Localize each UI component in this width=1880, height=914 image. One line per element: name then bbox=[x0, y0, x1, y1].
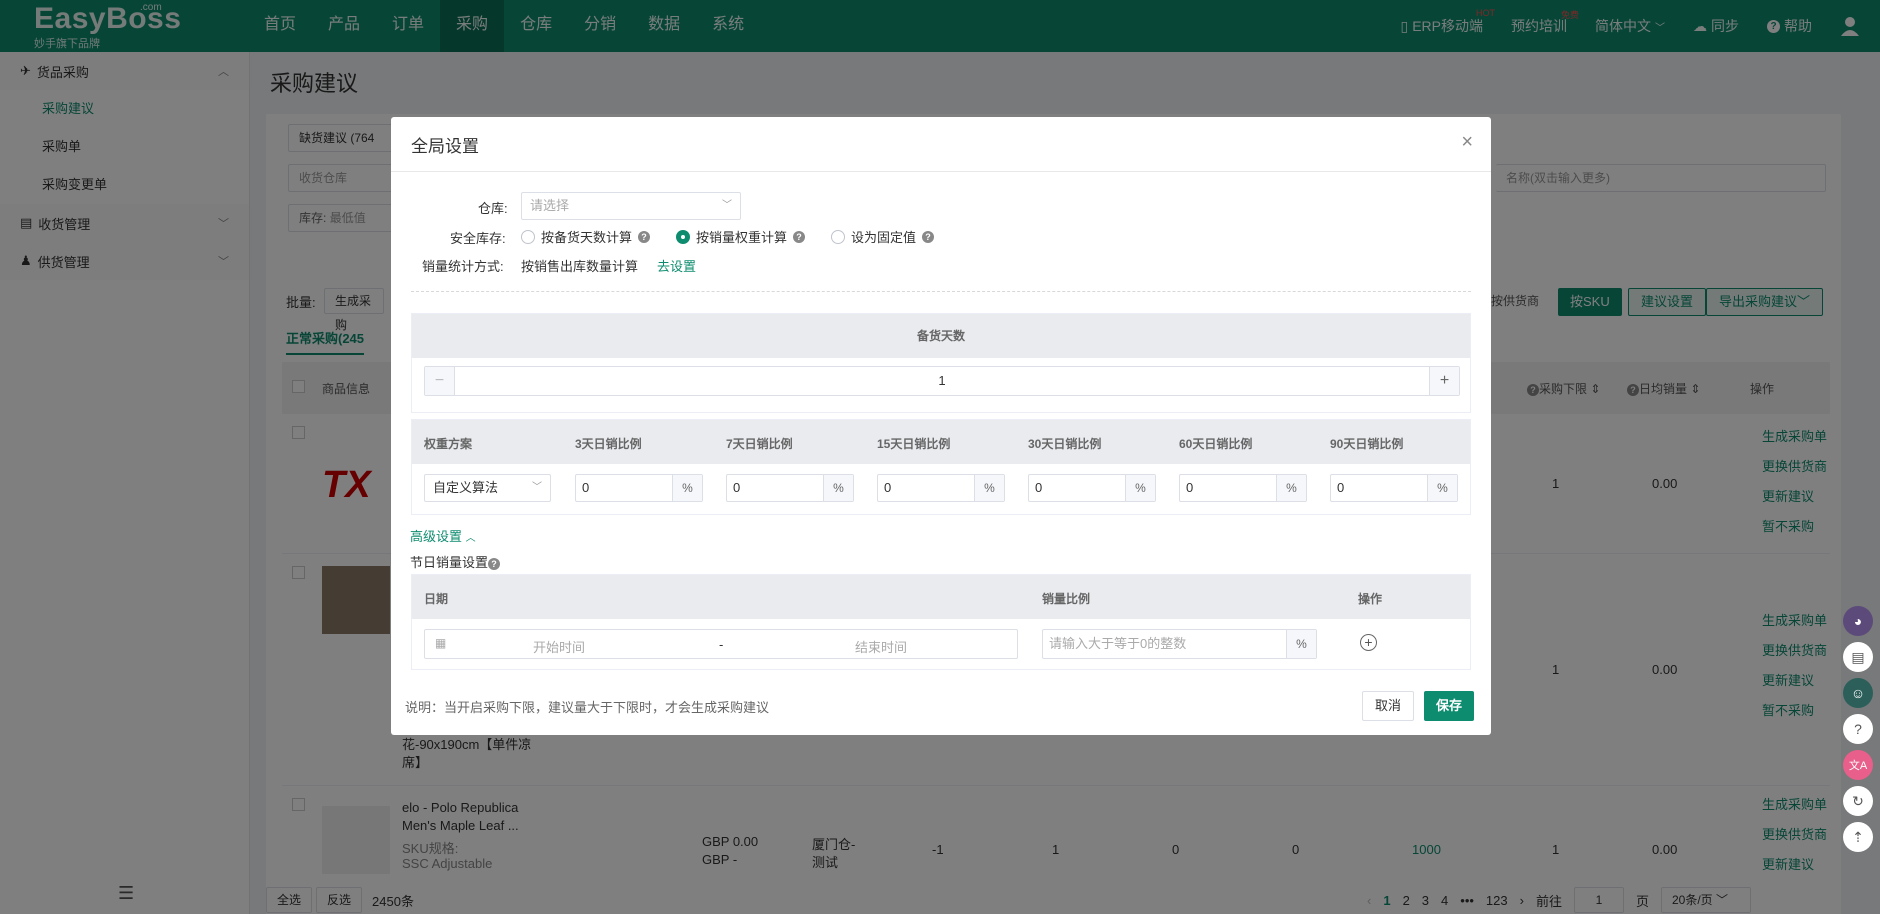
translate-icon[interactable]: 文A bbox=[1843, 750, 1873, 780]
weight-col-15d: 15天日销比例 bbox=[877, 437, 951, 451]
warehouse-placeholder: 请选择 bbox=[530, 198, 570, 213]
refresh-icon[interactable]: ↻ bbox=[1843, 786, 1873, 816]
radio-by-days[interactable]: 按备货天数计算? bbox=[521, 227, 651, 246]
stock-days-input[interactable]: 1 bbox=[455, 367, 1429, 395]
end-date-input[interactable]: 结束时间 bbox=[855, 637, 907, 656]
note-icon[interactable]: ▤ bbox=[1843, 642, 1873, 672]
ratio-30d-input[interactable]: 0% bbox=[1028, 474, 1156, 502]
help-icon[interactable]: ? bbox=[488, 558, 501, 570]
warehouse-select[interactable]: 请选择 ﹀ bbox=[521, 192, 741, 220]
percent-unit: % bbox=[672, 475, 702, 501]
range-separator: - bbox=[719, 637, 724, 652]
warehouse-label: 仓库: bbox=[478, 201, 508, 216]
holiday-ratio-placeholder: 请输入大于等于0的整数 bbox=[1049, 636, 1187, 651]
ratio-3d-input[interactable]: 0% bbox=[575, 474, 703, 502]
ratio-90d-input[interactable]: 0% bbox=[1330, 474, 1458, 502]
advanced-label: 高级设置 bbox=[410, 529, 463, 544]
decrement-button[interactable]: − bbox=[425, 367, 455, 395]
stock-days-body: − 1 + bbox=[412, 358, 1470, 412]
safety-stock-label: 安全库存: bbox=[450, 231, 506, 246]
help-icon[interactable]: ? bbox=[922, 230, 935, 243]
weight-body: 自定义算法 ﹀ 0% 0% 0% 0% 0% 0% bbox=[412, 464, 1470, 514]
dialog-title: 全局设置 bbox=[411, 136, 479, 156]
stock-days-block: 备货天数 − 1 + bbox=[411, 313, 1471, 413]
calendar-icon: ▦ bbox=[435, 636, 447, 650]
stat-method-label: 销量统计方式: bbox=[422, 259, 504, 274]
weight-block: 权重方案 3天日销比例 7天日销比例 15天日销比例 30天日销比例 60天日销… bbox=[411, 419, 1471, 515]
holiday-title-label: 节日销量设置 bbox=[410, 555, 489, 570]
weight-scheme-select[interactable]: 自定义算法 ﹀ bbox=[424, 474, 551, 502]
weight-col-3d: 3天日销比例 bbox=[575, 437, 642, 451]
cancel-button[interactable]: 取消 bbox=[1362, 691, 1415, 721]
ratio-value: 0 bbox=[733, 480, 741, 495]
holiday-title: 节日销量设置? bbox=[410, 552, 501, 571]
weight-scheme-value: 自定义算法 bbox=[433, 480, 499, 495]
weight-col-60d: 60天日销比例 bbox=[1179, 437, 1253, 451]
chevron-down-icon: ﹀ bbox=[722, 200, 732, 211]
robot-icon[interactable]: ◕ bbox=[1843, 606, 1873, 636]
floating-toolbar: ◕ ▤ ☺ ? 文A ↻ ⇡ bbox=[1836, 600, 1880, 858]
go-settings-link[interactable]: 去设置 bbox=[657, 256, 696, 275]
date-range-picker[interactable]: ▦ 开始时间 - 结束时间 bbox=[424, 629, 1018, 659]
weight-col-90d: 90天日销比例 bbox=[1330, 437, 1404, 451]
ratio-value: 0 bbox=[884, 480, 892, 495]
help-icon[interactable]: ? bbox=[793, 230, 806, 243]
percent-unit: % bbox=[1125, 475, 1155, 501]
save-button[interactable]: 保存 bbox=[1424, 691, 1475, 721]
chevron-up-icon: ︿ bbox=[465, 533, 476, 544]
radio-label: 设为固定值 bbox=[851, 230, 917, 245]
percent-unit: % bbox=[1427, 475, 1457, 501]
ratio-15d-input[interactable]: 0% bbox=[877, 474, 1005, 502]
holiday-head: 日期 销量比例 操作 bbox=[412, 575, 1470, 619]
stock-days-title: 备货天数 bbox=[412, 314, 1470, 358]
weight-head: 权重方案 3天日销比例 7天日销比例 15天日销比例 30天日销比例 60天日销… bbox=[412, 420, 1470, 464]
safety-stock-radios: 按备货天数计算? 按销量权重计算? 设为固定值? bbox=[521, 227, 960, 246]
percent-unit: % bbox=[1286, 630, 1316, 658]
percent-unit: % bbox=[1276, 475, 1306, 501]
ratio-value: 0 bbox=[1035, 480, 1043, 495]
weight-col-30d: 30天日销比例 bbox=[1028, 437, 1102, 451]
ratio-value: 0 bbox=[582, 480, 590, 495]
dialog-header: 全局设置 bbox=[391, 117, 1491, 172]
start-date-input[interactable]: 开始时间 bbox=[533, 637, 585, 656]
divider bbox=[411, 291, 1471, 292]
stat-method-value: 按销售出库数量计算 bbox=[521, 259, 639, 274]
holiday-ratio-input[interactable]: 请输入大于等于0的整数 % bbox=[1042, 629, 1317, 659]
holiday-block: 日期 销量比例 操作 ▦ 开始时间 - 结束时间 请输入大于等于0的整数 % + bbox=[411, 574, 1471, 670]
stock-days-stepper: − 1 + bbox=[424, 366, 1460, 396]
holiday-col-op: 操作 bbox=[1358, 592, 1383, 606]
add-circle-icon[interactable]: + bbox=[1360, 634, 1377, 651]
weight-col-scheme: 权重方案 bbox=[424, 437, 473, 451]
ratio-value: 0 bbox=[1337, 480, 1345, 495]
global-settings-dialog: 全局设置 × 仓库: 请选择 ﹀ 安全库存: 按备货天数计算? 按销量权重计算?… bbox=[391, 117, 1491, 735]
holiday-body: ▦ 开始时间 - 结束时间 请输入大于等于0的整数 % + bbox=[412, 619, 1470, 669]
percent-unit: % bbox=[823, 475, 853, 501]
dialog-note: 说明：当开启采购下限，建议量大于下限时，才会生成采购建议 bbox=[405, 700, 770, 715]
increment-button[interactable]: + bbox=[1429, 367, 1459, 395]
radio-by-sales-weight[interactable]: 按销量权重计算? bbox=[676, 227, 806, 246]
radio-label: 按销量权重计算 bbox=[696, 230, 788, 245]
ratio-value: 0 bbox=[1186, 480, 1194, 495]
holiday-col-ratio: 销量比例 bbox=[1042, 592, 1091, 606]
radio-fixed-value[interactable]: 设为固定值? bbox=[831, 227, 935, 246]
ratio-60d-input[interactable]: 0% bbox=[1179, 474, 1307, 502]
help-icon[interactable]: ? bbox=[638, 230, 651, 243]
advanced-settings-toggle[interactable]: 高级设置 ︿ bbox=[410, 526, 476, 545]
weight-col-7d: 7天日销比例 bbox=[726, 437, 793, 451]
percent-unit: % bbox=[974, 475, 1004, 501]
close-icon[interactable]: × bbox=[1461, 131, 1473, 154]
chevron-down-icon: ﹀ bbox=[532, 482, 542, 493]
question-icon[interactable]: ? bbox=[1843, 714, 1873, 744]
ratio-7d-input[interactable]: 0% bbox=[726, 474, 854, 502]
back-to-top-icon[interactable]: ⇡ bbox=[1843, 822, 1873, 852]
holiday-col-date: 日期 bbox=[424, 592, 449, 606]
support-avatar-icon[interactable]: ☺ bbox=[1843, 678, 1873, 708]
radio-label: 按备货天数计算 bbox=[541, 230, 633, 245]
